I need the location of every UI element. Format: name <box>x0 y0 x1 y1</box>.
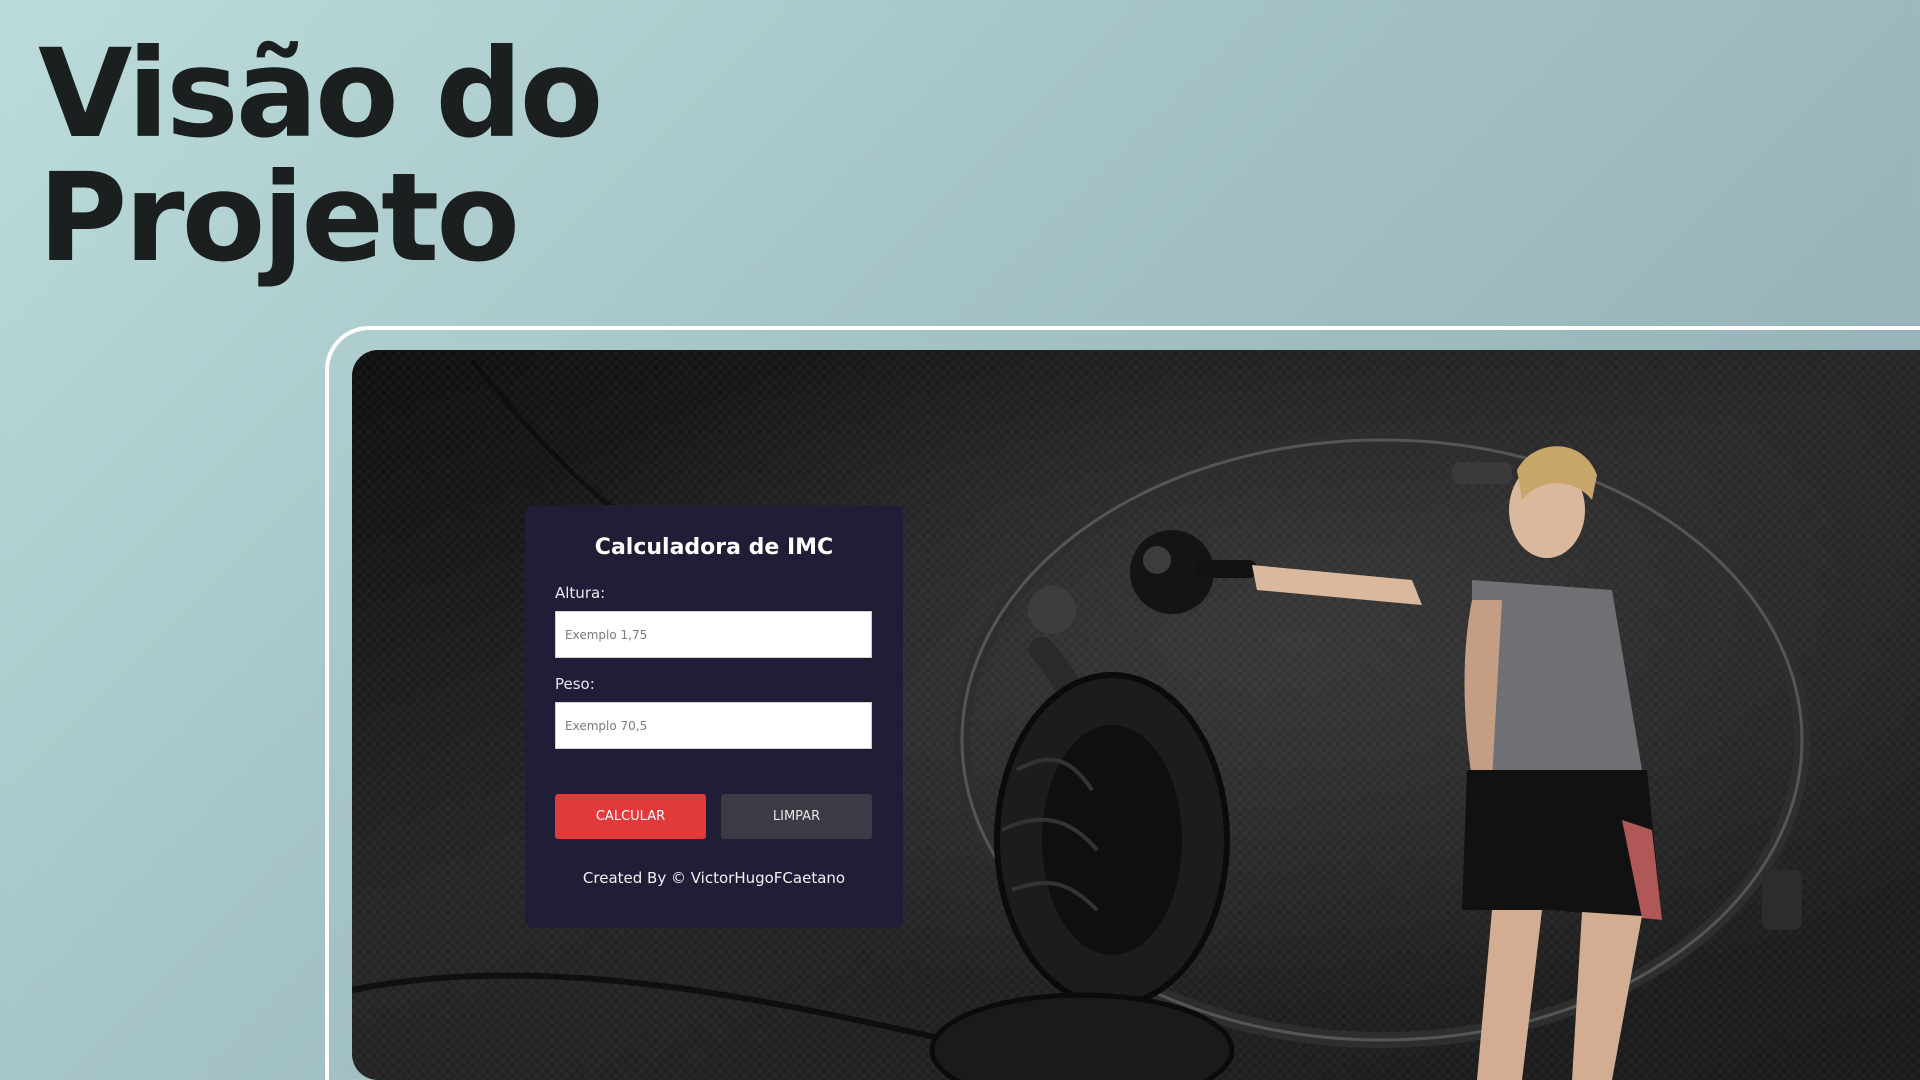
weight-label: Peso: <box>555 675 595 693</box>
slide-title-line-1: Visão do <box>38 23 603 165</box>
app-screenshot: Calculadora de IMC Altura: Peso: CALCULA… <box>352 350 1920 1080</box>
weight-input[interactable] <box>555 702 872 749</box>
calculate-button[interactable]: CALCULAR <box>555 794 706 839</box>
height-label: Altura: <box>555 584 606 602</box>
height-input[interactable] <box>555 611 872 658</box>
slide-title-line-2: Projeto <box>38 147 520 289</box>
imc-calculator-card: Calculadora de IMC Altura: Peso: CALCULA… <box>525 505 903 928</box>
button-row: CALCULAR LIMPAR <box>555 794 872 839</box>
card-title: Calculadora de IMC <box>594 535 834 560</box>
clear-button[interactable]: LIMPAR <box>721 794 872 839</box>
slide-title: Visão do Projeto <box>38 23 603 289</box>
credit-text: Created By © VictorHugoFCaetano <box>582 869 846 887</box>
